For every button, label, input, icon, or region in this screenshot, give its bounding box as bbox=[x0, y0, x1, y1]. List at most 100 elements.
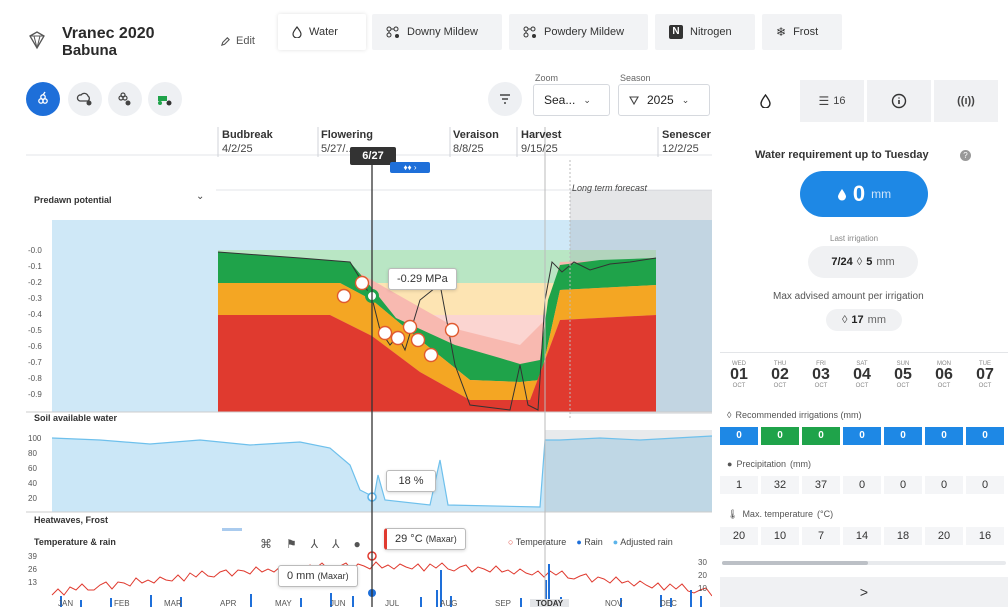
tab-frost[interactable]: ❄ Frost bbox=[762, 14, 842, 50]
day-month: OCT bbox=[896, 383, 910, 389]
chevron-down-icon[interactable]: ⌄ bbox=[196, 191, 204, 202]
thermometer-icon: 🌡 bbox=[727, 509, 739, 519]
month-label: MAY bbox=[275, 599, 292, 607]
month-label: JUN bbox=[330, 599, 346, 607]
scrollbar-thumb[interactable] bbox=[722, 561, 868, 565]
max-advised-value: 17 bbox=[851, 314, 864, 326]
max-advised-unit: mm bbox=[867, 314, 886, 326]
precip-cell: 0 bbox=[966, 476, 1004, 494]
predawn-tooltip: -0.29 MPa bbox=[388, 268, 457, 290]
long-term-forecast-label: Long term forecast bbox=[572, 183, 648, 193]
day-number: 07 bbox=[976, 366, 994, 383]
predawn-tick-label: -0.2 bbox=[28, 278, 42, 287]
precip-label: ● Precipitation (mm) bbox=[727, 459, 811, 469]
divider bbox=[720, 352, 1008, 353]
predawn-tick-label: -0.9 bbox=[28, 390, 42, 399]
stage-senescence: Senescer bbox=[662, 129, 711, 141]
soil-tick-label: 20 bbox=[28, 494, 37, 503]
month-label: AUG bbox=[440, 599, 458, 607]
rain-bar bbox=[690, 590, 692, 607]
maxtemp-label-text: Max. temperature bbox=[742, 509, 813, 519]
max-advised-label: Max advised amount per irrigation bbox=[773, 291, 924, 302]
rp-tab-signal[interactable]: ((ı)) bbox=[934, 80, 998, 122]
water-requirement-label: Water requirement up to Tuesday bbox=[755, 149, 929, 161]
recommended-cell: 0 bbox=[802, 427, 840, 445]
droplet-icon[interactable]: ● bbox=[353, 537, 360, 551]
predawn-tick-label: -0.1 bbox=[28, 262, 42, 271]
soil-water-label: Soil available water bbox=[34, 413, 118, 423]
list-icon: ☰ bbox=[818, 94, 830, 108]
last-irrigation-value: 5 bbox=[866, 256, 873, 268]
chevron-right-icon: > bbox=[859, 584, 869, 600]
irrigation-advice-marker bbox=[390, 330, 406, 346]
maxtemp-cell: 10 bbox=[761, 527, 799, 545]
day-month: OCT bbox=[773, 383, 787, 389]
month-label: DEC bbox=[660, 599, 677, 607]
heatwave-marker bbox=[222, 528, 242, 531]
irrigation-marker[interactable]: ♦♦ › bbox=[390, 162, 430, 173]
snowflake-icon: ❄ bbox=[776, 25, 787, 39]
stage-harvest-date: 9/15/25 bbox=[521, 143, 558, 155]
droplet-icon: ◊ bbox=[856, 256, 863, 268]
next-button[interactable]: > bbox=[720, 577, 1008, 607]
predawn-tick-label: -0.4 bbox=[28, 310, 42, 319]
day-month: OCT bbox=[937, 383, 951, 389]
branch-icon[interactable]: ⅄ bbox=[311, 537, 318, 551]
month-label: NOV bbox=[605, 599, 623, 607]
rain-tick-label: 30 bbox=[698, 558, 707, 567]
maxtemp-unit: (°C) bbox=[816, 509, 834, 519]
temp-tooltip: 29 °C (Maxar) bbox=[384, 528, 466, 550]
day-month: OCT bbox=[978, 383, 992, 389]
precip-cell: 37 bbox=[802, 476, 840, 494]
last-irrigation-pill: 7/24 ◊ 5 mm bbox=[808, 246, 918, 278]
day-number: 02 bbox=[771, 366, 789, 383]
droplet-icon: ♦♦ › bbox=[403, 163, 417, 172]
maxtemp-label: 🌡 Max. temperature (°C) bbox=[727, 509, 833, 520]
forecast-day: TUE 07 OCT bbox=[968, 361, 1002, 389]
day-number: 06 bbox=[935, 366, 953, 383]
temp-tick-label: 39 bbox=[28, 552, 37, 561]
stage-flowering: Flowering bbox=[321, 129, 373, 141]
rp-tab-list-count: 16 bbox=[833, 95, 846, 107]
rain-bar bbox=[436, 590, 438, 607]
predawn-tick-label: -0.3 bbox=[28, 294, 42, 303]
temp-tooltip-value: 29 °C bbox=[395, 533, 423, 545]
rain-bar bbox=[80, 600, 82, 607]
maxtemp-cell: 16 bbox=[966, 527, 1004, 545]
recommended-cell: 0 bbox=[966, 427, 1004, 445]
help-icon[interactable]: ? bbox=[960, 150, 971, 161]
water-unit: mm bbox=[871, 187, 892, 201]
rp-tab-list[interactable]: ☰ 16 bbox=[800, 80, 864, 122]
forecast-day: MON 06 OCT bbox=[927, 361, 961, 389]
soil-tick-label: 80 bbox=[28, 449, 37, 458]
maxtemp-cell: 14 bbox=[843, 527, 881, 545]
temp-rain-label: Temperature & rain bbox=[34, 537, 116, 547]
recommended-label-text: Recommended irrigations (mm) bbox=[735, 410, 862, 420]
day-month: OCT bbox=[732, 383, 746, 389]
chart-legend: ○ Temperature ● Rain ● Adjusted rain bbox=[508, 537, 673, 547]
horizontal-scrollbar[interactable] bbox=[722, 561, 1006, 565]
stage-budbreak: Budbreak bbox=[222, 129, 273, 141]
rain-bar bbox=[352, 596, 354, 607]
rain-bar bbox=[250, 594, 252, 607]
month-label: APR bbox=[220, 599, 237, 607]
flag-icon[interactable]: ⚑ bbox=[286, 537, 297, 551]
irrigation-advice-marker bbox=[410, 332, 426, 348]
month-label: JUL bbox=[385, 599, 400, 607]
rain-tooltip-source: (Maxar) bbox=[317, 571, 349, 581]
rain-bar bbox=[300, 598, 302, 607]
legend-adjusted-rain-label: Adjusted rain bbox=[620, 537, 673, 547]
app-root: Vranec 2020 Babuna Edit Water Downy Mild… bbox=[0, 0, 1008, 607]
grape-icon[interactable]: ⌘ bbox=[260, 537, 272, 551]
maxtemp-cell: 20 bbox=[925, 527, 963, 545]
recommended-cell: 0 bbox=[720, 427, 758, 445]
recommended-cell: 0 bbox=[884, 427, 922, 445]
rp-tab-info[interactable] bbox=[867, 80, 931, 122]
temp-tick-label: 26 bbox=[28, 565, 37, 574]
rain-bar bbox=[700, 596, 702, 607]
irrigation-advice-marker bbox=[354, 275, 370, 291]
rp-tab-water[interactable] bbox=[733, 80, 797, 122]
day-month: OCT bbox=[855, 383, 869, 389]
maxtemp-cell: 20 bbox=[720, 527, 758, 545]
fork-icon[interactable]: ⅄ bbox=[332, 537, 339, 551]
